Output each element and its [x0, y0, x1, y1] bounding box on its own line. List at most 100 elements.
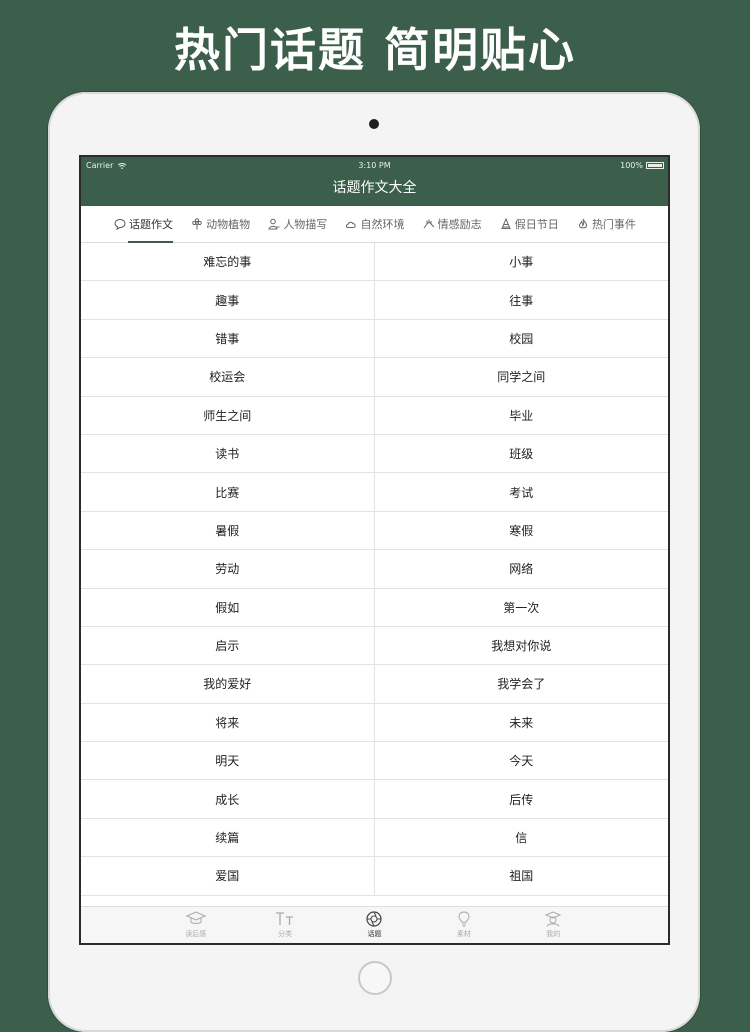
topic-cell[interactable]: 小事 — [375, 243, 669, 280]
table-row: 读书 班级 — [81, 434, 669, 474]
topic-cell[interactable]: 祖国 — [375, 857, 669, 894]
table-row: 将来 未来 — [81, 703, 669, 743]
table-row: 假如 第一次 — [81, 588, 669, 627]
app-screen: Carrier 3:10 PM 100% 话题作文大全 话题作文 动物植物 人物… — [79, 155, 670, 945]
table-row: 暑假 寒假 — [81, 511, 669, 551]
text-size-icon — [275, 911, 295, 927]
tab-label: 自然环境 — [360, 218, 405, 231]
user-cap-icon — [543, 911, 563, 927]
topic-cell[interactable]: 同学之间 — [375, 358, 669, 395]
topic-cell[interactable]: 比赛 — [81, 473, 375, 511]
status-time: 3:10 PM — [358, 161, 391, 170]
topic-cell[interactable]: 成长 — [81, 780, 375, 818]
status-bar: Carrier 3:10 PM 100% — [81, 157, 668, 175]
tab-topic-essay[interactable]: 话题作文 — [114, 206, 173, 243]
tab-holidays-festivals[interactable]: 假日节日 — [500, 206, 559, 242]
bottom-tab-bar: 读后感 分类 话题 素材 我的 — [81, 906, 668, 943]
page-title: 话题作文大全 — [332, 180, 417, 196]
topic-cell[interactable]: 往事 — [375, 281, 669, 318]
topic-cell[interactable]: 明天 — [81, 742, 375, 780]
battery-percent: 100% — [620, 161, 643, 170]
bottom-tab-label: 我的 — [546, 930, 561, 938]
bottom-tab-label: 话题 — [367, 930, 382, 938]
table-row: 比赛 考试 — [81, 473, 669, 512]
table-row: 我的爱好 我学会了 — [81, 665, 669, 704]
topic-cell[interactable]: 第一次 — [375, 589, 669, 626]
table-row: 难忘的事 小事 — [81, 243, 669, 282]
hands-icon — [423, 218, 435, 230]
promo-headline: 热门话题 简明贴心 — [173, 23, 576, 77]
topic-cell[interactable]: 续篇 — [81, 818, 375, 857]
cloud-icon — [345, 218, 357, 230]
topic-cell[interactable]: 读书 — [81, 434, 375, 473]
camera-icon — [369, 119, 379, 129]
aperture-icon — [364, 911, 384, 927]
bottom-tab-topics[interactable]: 话题 — [344, 907, 404, 943]
tab-label: 情感励志 — [437, 218, 482, 231]
table-row: 成长 后传 — [81, 780, 669, 819]
topic-cell[interactable]: 考试 — [375, 473, 669, 510]
tab-label: 假日节日 — [514, 218, 559, 231]
tab-label: 人物描写 — [283, 218, 328, 231]
topic-cell[interactable]: 启示 — [81, 626, 375, 665]
flower-icon — [191, 218, 203, 230]
table-row: 错事 校园 — [81, 319, 669, 359]
topic-cell[interactable]: 我的爱好 — [81, 665, 375, 703]
topic-cell[interactable]: 爱国 — [81, 857, 375, 895]
bottom-tab-label: 读后感 — [185, 930, 207, 938]
topic-cell[interactable]: 假如 — [81, 588, 375, 626]
tab-label: 话题作文 — [129, 218, 173, 231]
tab-animals-plants[interactable]: 动物植物 — [191, 206, 250, 242]
tab-label: 热门事件 — [591, 218, 636, 231]
person-icon — [268, 218, 280, 230]
topic-cell[interactable]: 暑假 — [81, 511, 375, 550]
table-row: 师生之间 毕业 — [81, 396, 669, 435]
tab-hot-events[interactable]: 热门事件 — [577, 206, 636, 242]
bottom-tab-mine[interactable]: 我的 — [523, 907, 583, 943]
tab-natural-environment[interactable]: 自然环境 — [345, 206, 404, 242]
bottom-tab-categories[interactable]: 分类 — [255, 907, 315, 943]
topic-cell[interactable]: 劳动 — [81, 550, 375, 588]
topic-cell[interactable]: 信 — [375, 819, 669, 856]
topic-cell[interactable]: 寒假 — [375, 512, 669, 549]
topic-grid: 难忘的事 小事 趣事 往事 错事 校园 校运会 同学之间 师生之间 毕业 读书 班级 比赛考… — [81, 243, 668, 896]
bottom-tab-label: 素材 — [456, 930, 471, 938]
topic-cell[interactable]: 将来 — [81, 703, 375, 742]
table-row: 劳动 网络 — [81, 550, 669, 589]
topic-cell[interactable]: 今天 — [375, 742, 669, 779]
topic-cell[interactable]: 我学会了 — [375, 665, 669, 702]
speech-bubble-icon — [114, 218, 126, 230]
app-header: Carrier 3:10 PM 100% 话题作文大全 — [81, 157, 668, 206]
party-hat-icon — [500, 218, 512, 230]
home-button[interactable] — [358, 961, 392, 995]
fire-icon — [577, 218, 589, 230]
topic-cell[interactable]: 毕业 — [375, 397, 669, 434]
lightbulb-icon — [454, 911, 474, 927]
tab-character-description[interactable]: 人物描写 — [268, 206, 327, 242]
battery-indicator: 100% — [620, 161, 664, 170]
topic-cell[interactable]: 后传 — [375, 780, 669, 817]
topic-cell[interactable]: 网络 — [375, 550, 669, 587]
tab-label: 动物植物 — [206, 218, 251, 231]
topic-cell[interactable]: 难忘的事 — [81, 243, 375, 281]
table-row: 趣事 往事 — [81, 281, 669, 320]
table-row: 启示 我想对你说 — [81, 626, 669, 666]
topic-cell[interactable]: 师生之间 — [81, 396, 375, 434]
topic-cell[interactable]: 趣事 — [81, 281, 375, 319]
topic-cell[interactable]: 错事 — [81, 319, 375, 358]
topic-cell[interactable]: 未来 — [375, 704, 669, 741]
topic-cell[interactable]: 校运会 — [81, 358, 375, 396]
table-row: 爱国 祖国 — [81, 857, 669, 896]
bottom-tab-reviews[interactable]: 读后感 — [166, 907, 226, 943]
bottom-tab-materials[interactable]: 素材 — [434, 907, 494, 943]
tab-emotion-inspiration[interactable]: 情感励志 — [423, 206, 482, 242]
table-row: 明天 今天 — [81, 742, 669, 781]
topic-cell[interactable]: 我想对你说 — [375, 627, 669, 664]
topic-cell[interactable]: 班级 — [375, 435, 669, 472]
bottom-tab-label: 分类 — [278, 930, 293, 938]
battery-icon — [646, 162, 664, 169]
category-tabs: 话题作文 动物植物 人物描写 自然环境 情感励志 假日节日 热门事件 — [81, 206, 668, 243]
graduation-cap-icon — [185, 911, 206, 927]
topic-cell[interactable]: 校园 — [375, 320, 669, 357]
table-row: 校运会 同学之间 — [81, 358, 669, 397]
